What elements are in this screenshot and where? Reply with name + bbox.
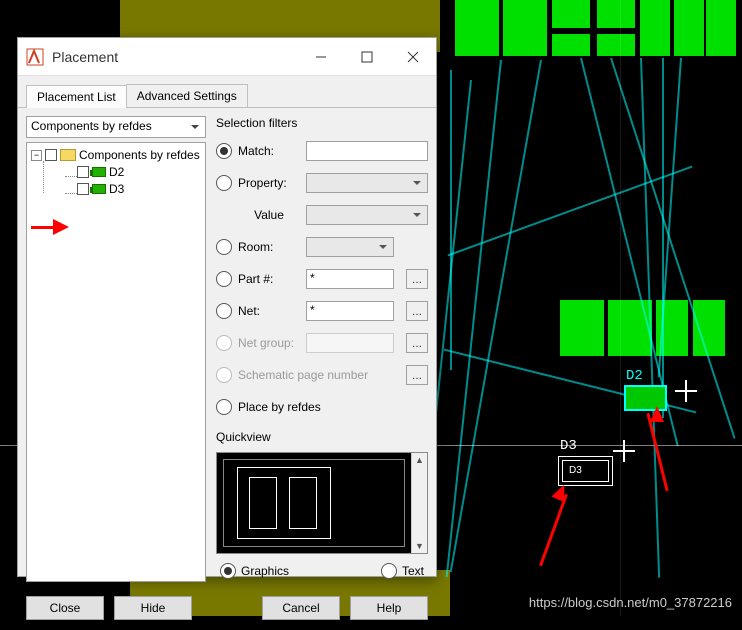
titlebar: Placement [18,38,436,76]
radio-net[interactable] [216,303,232,319]
label-d3: D3 [560,438,577,454]
partno-input[interactable]: * [306,269,394,289]
radio-partno[interactable] [216,271,232,287]
quickview-heading: Quickview [216,430,428,444]
collapse-icon[interactable]: − [31,150,42,161]
component-icon [92,167,106,177]
quickview-canvas[interactable] [217,453,411,553]
radio-netgroup [216,335,232,351]
netgroup-input [306,333,394,353]
components-combo-value: Components by refdes [31,119,152,133]
tab-bar: Placement List Advanced Settings [18,76,436,108]
maximize-button[interactable] [344,38,390,76]
netgroup-browse-button[interactable]: ... [406,333,428,353]
tree-item-d3[interactable]: D3 [31,181,201,197]
window-title: Placement [52,49,298,65]
hide-button[interactable]: Hide [114,596,192,620]
checkbox[interactable] [45,149,57,161]
component-icon [92,184,106,194]
net-browse-button[interactable]: ... [406,301,428,321]
property-combo[interactable] [306,173,428,193]
radio-schpage [216,367,232,383]
app-icon [26,48,44,66]
radio-graphics[interactable] [220,563,236,579]
checkbox[interactable] [77,183,89,195]
room-combo[interactable] [306,237,394,257]
radio-text[interactable] [381,563,397,579]
folder-icon [60,149,76,161]
cancel-button[interactable]: Cancel [262,596,340,620]
close-button[interactable]: Close [26,596,104,620]
quickview-scrollbar[interactable]: ▲ ▼ [411,453,427,553]
watermark: https://blog.csdn.net/m0_37872216 [529,595,732,610]
checkbox[interactable] [77,166,89,178]
tree-root[interactable]: − Components by refdes [31,147,201,163]
radio-placebyrefdes[interactable] [216,399,232,415]
net-input[interactable]: * [306,301,394,321]
tab-placement-list[interactable]: Placement List [26,85,127,108]
radio-property[interactable] [216,175,232,191]
quickview-panel: ▲ ▼ [216,452,428,554]
tree-item-d2[interactable]: D2 [31,164,201,180]
value-combo[interactable] [306,205,428,225]
match-input[interactable] [306,141,428,161]
close-button[interactable] [390,38,436,76]
button-bar: Close Hide Cancel Help [18,590,436,630]
placement-dialog: Placement Placement List Advanced Settin… [17,37,437,577]
radio-match[interactable] [216,143,232,159]
crosshair-icon [675,380,697,402]
scroll-up-icon[interactable]: ▲ [415,455,424,465]
tab-advanced-settings[interactable]: Advanced Settings [126,84,248,107]
label-d2: D2 [626,368,643,384]
component-tree[interactable]: − Components by refdes D2 [26,142,206,582]
components-combo[interactable]: Components by refdes [26,116,206,138]
partno-browse-button[interactable]: ... [406,269,428,289]
minimize-button[interactable] [298,38,344,76]
help-button[interactable]: Help [350,596,428,620]
crosshair-icon [613,440,635,462]
scroll-down-icon[interactable]: ▼ [415,541,424,551]
selection-filters-heading: Selection filters [216,116,428,130]
schpage-browse-button[interactable]: ... [406,365,428,385]
radio-room[interactable] [216,239,232,255]
component-d3[interactable]: D3 [558,456,613,486]
